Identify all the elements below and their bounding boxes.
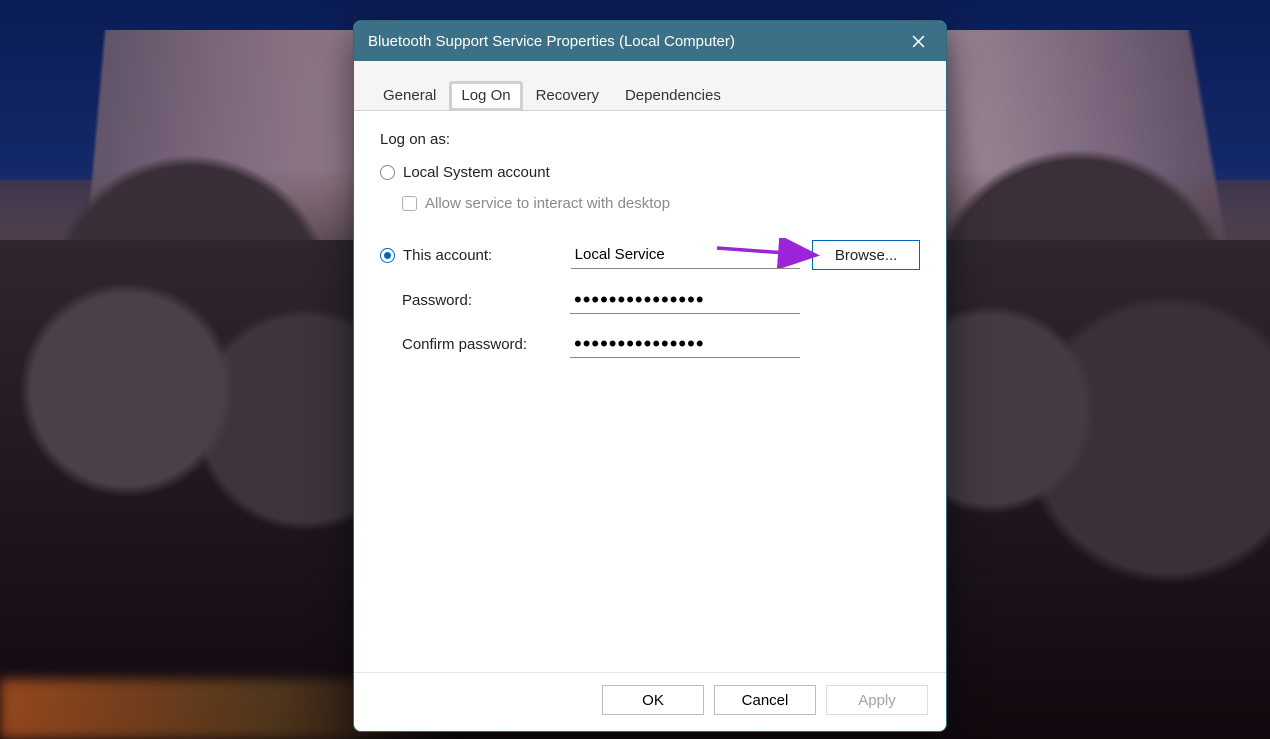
radio-this-account[interactable]: This account: Browse... (380, 240, 920, 270)
radio-local-system[interactable]: Local System account (380, 164, 920, 181)
apply-button: Apply (826, 685, 928, 715)
tab-strip: General Log On Recovery Dependencies (354, 61, 946, 111)
log-on-as-label: Log on as: (380, 131, 920, 148)
tab-general[interactable]: General (370, 80, 449, 111)
tab-log-on[interactable]: Log On (449, 81, 522, 111)
radio-icon (380, 165, 395, 180)
titlebar[interactable]: Bluetooth Support Service Properties (Lo… (354, 21, 946, 61)
dialog-footer: OK Cancel Apply (354, 672, 946, 731)
service-properties-dialog: Bluetooth Support Service Properties (Lo… (353, 20, 947, 732)
window-title: Bluetooth Support Service Properties (Lo… (368, 33, 896, 50)
checkbox-interact-desktop: Allow service to interact with desktop (402, 195, 920, 212)
tab-recovery[interactable]: Recovery (523, 80, 612, 111)
confirm-password-label: Confirm password: (402, 336, 570, 353)
radio-icon (380, 248, 395, 263)
account-name-input[interactable] (571, 241, 801, 269)
close-icon (912, 35, 925, 48)
radio-this-account-label: This account: (403, 247, 571, 264)
close-button[interactable] (896, 26, 940, 56)
password-label: Password: (402, 292, 570, 309)
password-row: Password: (402, 286, 920, 314)
browse-button[interactable]: Browse... (812, 240, 920, 270)
checkbox-interact-label: Allow service to interact with desktop (425, 195, 670, 212)
tab-dependencies[interactable]: Dependencies (612, 80, 734, 111)
password-input[interactable] (570, 286, 800, 314)
cancel-button[interactable]: Cancel (714, 685, 816, 715)
radio-local-system-label: Local System account (403, 164, 550, 181)
checkbox-icon (402, 196, 417, 211)
confirm-password-row: Confirm password: (402, 330, 920, 358)
ok-button[interactable]: OK (602, 685, 704, 715)
tab-content-log-on: Log on as: Local System account Allow se… (354, 111, 946, 672)
confirm-password-input[interactable] (570, 330, 800, 358)
